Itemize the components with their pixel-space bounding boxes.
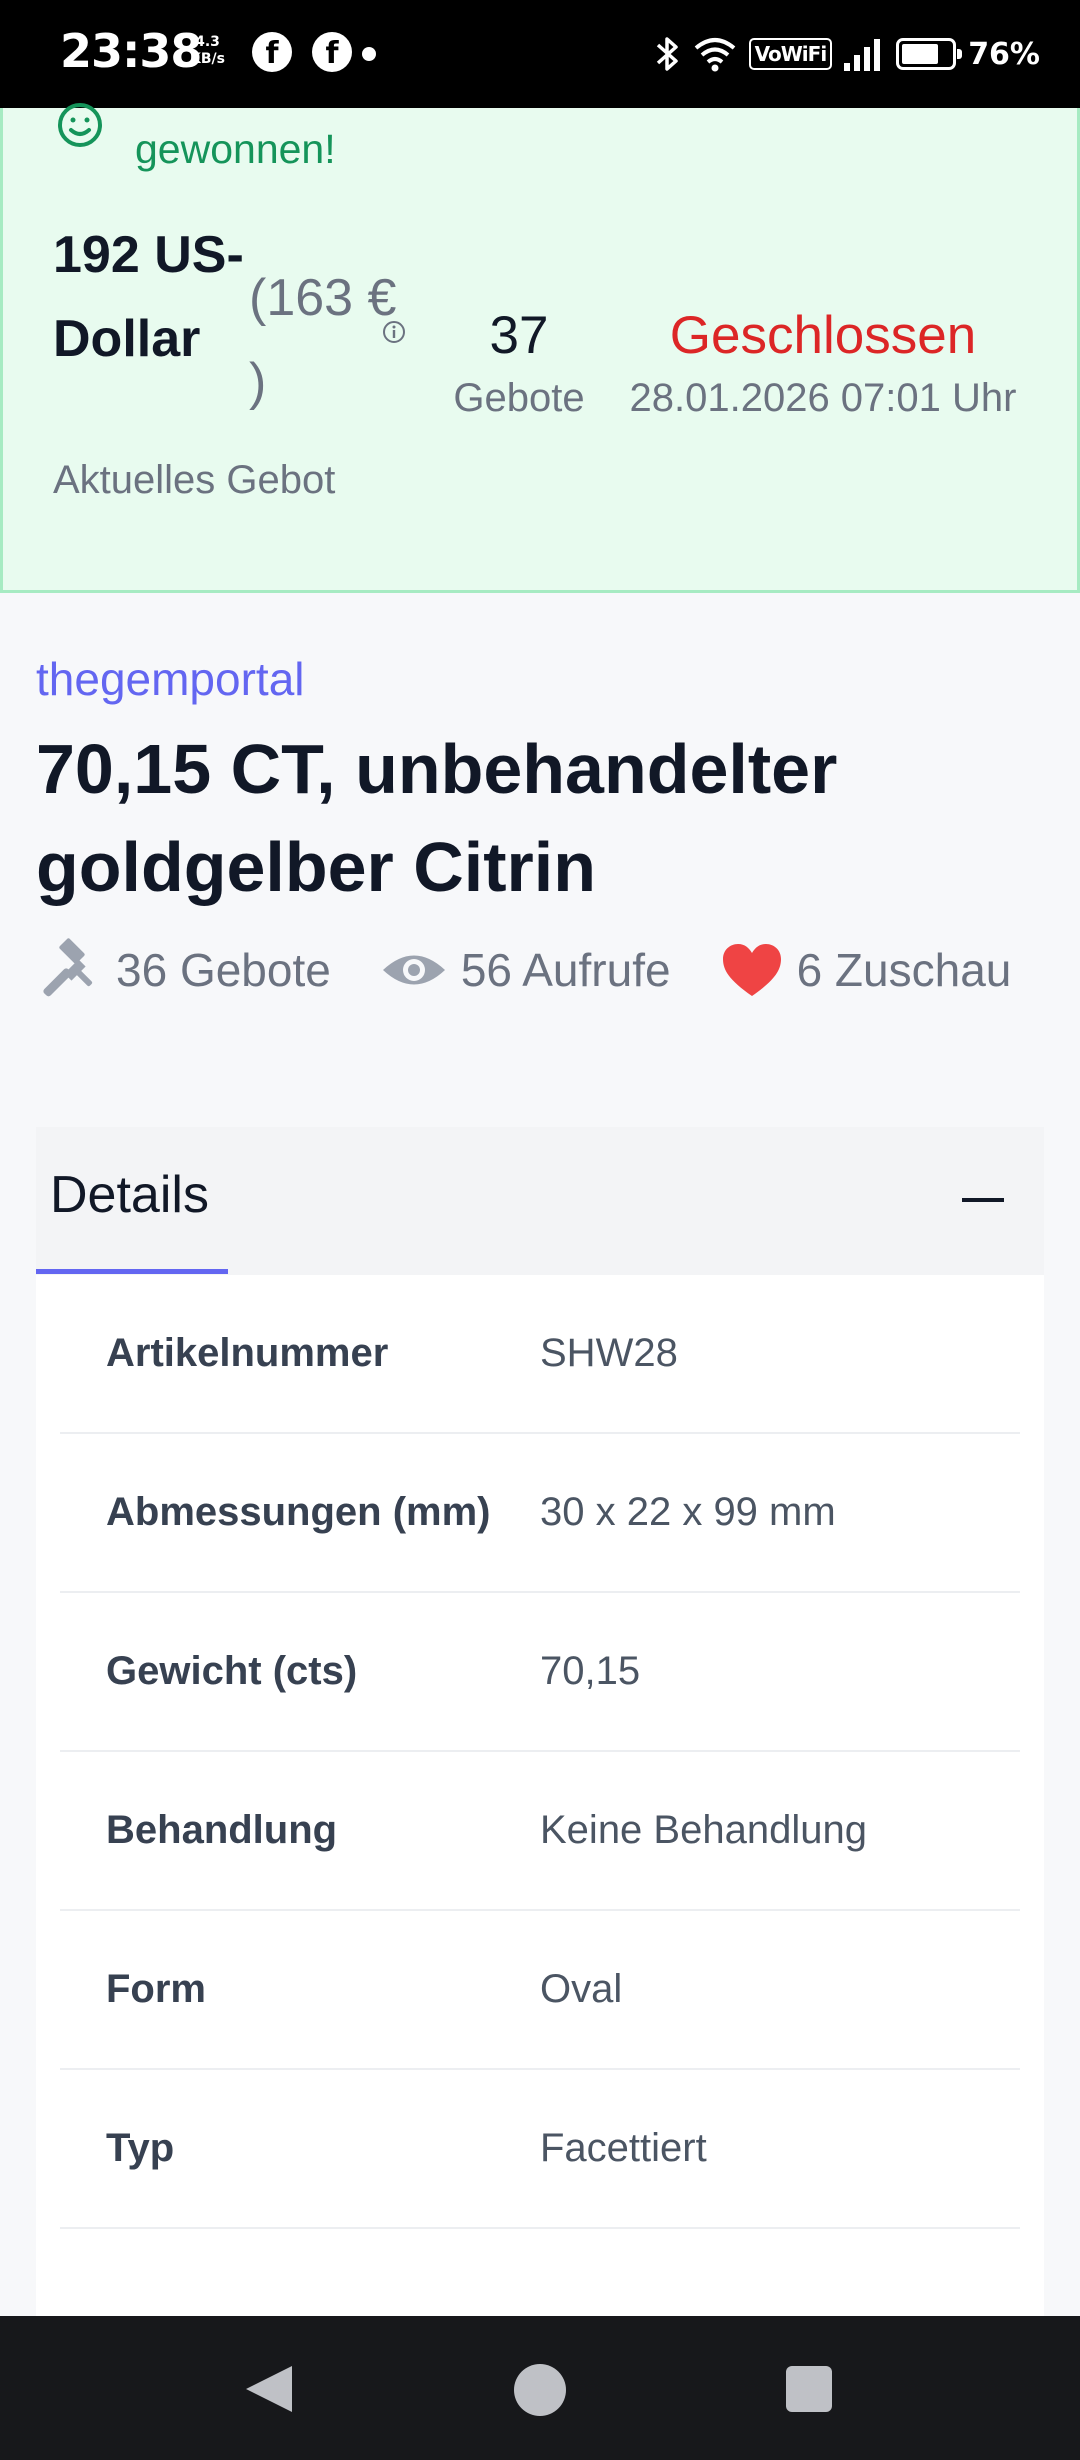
detail-row: Gewicht (cts) 70,15 — [60, 1593, 1020, 1752]
vowifi-badge: VoWiFi — [748, 38, 833, 70]
wifi-icon — [694, 38, 735, 72]
notification-dot-icon — [362, 47, 376, 61]
stat-watchers-text: 6 Zuschau — [796, 944, 1012, 996]
detail-row: Behandlung Keine Behandlung — [60, 1752, 1020, 1911]
bid-count: 37 Gebote — [447, 298, 591, 421]
current-bid-amount: 192 US-Dollar — [53, 226, 244, 368]
facebook-icon: f — [312, 32, 352, 72]
facebook-icon: f — [252, 32, 292, 72]
detail-key: Artikelnummer — [106, 1331, 389, 1375]
status-bar: 23:38 4.3 KB/s f f VoWiFi 76% — [0, 0, 1080, 108]
bid-count-value: 37 — [489, 306, 549, 365]
gavel-icon — [43, 938, 93, 997]
details-accordion-header[interactable]: Details — [36, 1127, 1044, 1275]
detail-row: Typ Facettiert — [60, 2070, 1020, 2229]
signal-icon — [844, 39, 881, 71]
detail-value: SHW28 — [540, 1331, 678, 1375]
details-list: Artikelnummer SHW28 Abmessungen (mm) 30 … — [60, 1275, 1020, 2229]
details-heading: Details — [50, 1166, 209, 1224]
detail-row: Artikelnummer SHW28 — [60, 1275, 1020, 1434]
seller-link[interactable]: thegemportal — [36, 652, 305, 706]
detail-key: Abmessungen (mm) — [106, 1490, 491, 1534]
detail-value: 70,15 — [540, 1649, 641, 1693]
home-icon[interactable] — [514, 2364, 566, 2416]
page-title: 70,15 CT, unbehandelter goldgelber Citri… — [36, 730, 838, 906]
heart-icon[interactable] — [721, 942, 783, 998]
bluetooth-icon — [656, 37, 678, 71]
closing-date: 28.01.2026 07:01 Uhr — [629, 376, 1017, 420]
listing-stats: 36 Gebote 56 Aufrufe 6 Zuschau — [38, 935, 1061, 1005]
bid-count-label: Gebote — [453, 376, 585, 420]
detail-row: Abmessungen (mm) 30 x 22 x 99 mm — [60, 1434, 1020, 1593]
auction-result-banner: gewonnen! 192 US-Dollar (163 € ) Aktuell… — [0, 103, 1080, 593]
stat-watchers[interactable]: 6 Zuschau — [721, 942, 1012, 998]
detail-key: Gewicht (cts) — [106, 1649, 358, 1693]
network-speed: 4.3 KB/s — [190, 34, 225, 67]
smiley-icon — [58, 103, 102, 147]
detail-value: 30 x 22 x 99 mm — [540, 1490, 836, 1534]
system-nav-bar — [0, 2316, 1080, 2460]
battery-percent: 76% — [968, 36, 1040, 72]
detail-key: Form — [106, 1967, 206, 2011]
clock: 23:38 — [60, 24, 202, 78]
stat-bids-text: 36 Gebote — [116, 944, 331, 996]
stat-views: 56 Aufrufe — [381, 943, 671, 997]
back-icon[interactable] — [246, 2366, 292, 2412]
collapse-icon[interactable] — [958, 1175, 1008, 1225]
recent-apps-icon[interactable] — [786, 2366, 832, 2412]
detail-value: Keine Behandlung — [540, 1808, 867, 1852]
detail-row: Form Oval — [60, 1911, 1020, 2070]
eye-icon — [382, 955, 445, 985]
status-icons: VoWiFi 76% — [655, 28, 1040, 80]
stat-bids: 36 Gebote — [38, 938, 331, 1002]
details-accordion: Details Artikelnummer SHW28 Abmessungen … — [36, 1127, 1044, 2317]
detail-value: Facettiert — [540, 2126, 707, 2170]
stat-views-text: 56 Aufrufe — [460, 944, 671, 996]
detail-key: Typ — [106, 2126, 175, 2170]
won-message: gewonnen! — [135, 126, 336, 172]
active-tab-indicator — [36, 1269, 228, 1274]
status-badge: Geschlossen — [669, 306, 977, 365]
auction-status: Geschlossen 28.01.2026 07:01 Uhr — [613, 298, 1033, 421]
current-bid-label: Aktuelles Gebot — [53, 458, 336, 502]
battery-icon — [896, 38, 963, 70]
detail-key: Behandlung — [106, 1808, 338, 1852]
detail-value: Oval — [540, 1967, 623, 2011]
info-icon[interactable] — [381, 319, 407, 345]
